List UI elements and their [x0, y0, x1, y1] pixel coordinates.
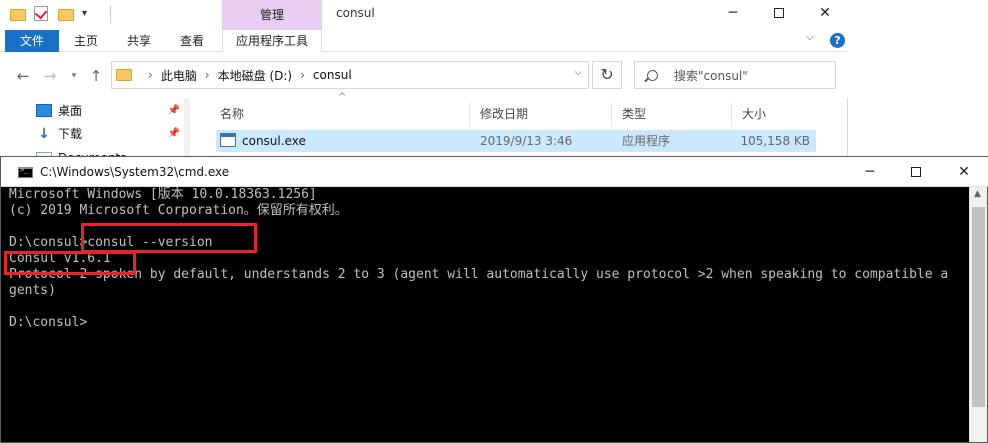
- console-line: Protocol 2 spoken by default, understand…: [9, 267, 949, 282]
- breadcrumb-local-disk[interactable]: 本地磁盘 (D:): [218, 67, 292, 84]
- file-row-consul-exe[interactable]: consul.exe 2019/9/13 3:46 应用程序 105,158 K…: [216, 130, 816, 152]
- address-bar[interactable]: › 此电脑 › 本地磁盘 (D:) › consul ⌵: [111, 61, 589, 89]
- scroll-up-arrow-icon[interactable]: ▲: [974, 189, 981, 199]
- folder-icon: [116, 69, 132, 81]
- console-line: (c) 2019 Microsoft Corporation。保留所有权利。: [9, 203, 348, 218]
- nav-item-label: 桌面: [58, 103, 83, 118]
- quick-access-toolbar: ▾: [10, 5, 111, 23]
- console-line: gents): [9, 283, 56, 298]
- console-line: D:\consul>: [9, 315, 88, 330]
- breadcrumb-consul[interactable]: consul: [313, 68, 352, 82]
- help-icon[interactable]: ?: [830, 33, 845, 48]
- scrollbar-thumb[interactable]: [972, 207, 985, 407]
- recent-locations-chevron-icon[interactable]: ▾: [64, 66, 84, 86]
- manage-context-tab[interactable]: 管理: [222, 0, 322, 30]
- cmd-window-title: C:\Windows\System32\cmd.exe: [40, 165, 230, 179]
- column-header-date[interactable]: 修改日期: [472, 102, 612, 126]
- nav-item-desktop[interactable]: 桌面 📌: [36, 100, 186, 120]
- console-line: Consul v1.6.1: [9, 251, 111, 266]
- highlight-box-command: [81, 223, 257, 253]
- address-dropdown-icon[interactable]: ⌵: [574, 67, 582, 78]
- up-arrow-icon[interactable]: ↑: [86, 66, 106, 86]
- new-folder-icon[interactable]: [58, 6, 74, 22]
- file-size: 105,158 KB: [740, 134, 810, 148]
- properties-check-icon[interactable]: [34, 6, 50, 22]
- forward-arrow-icon[interactable]: →: [40, 66, 60, 86]
- console-scrollbar[interactable]: ▲: [969, 187, 987, 442]
- navigation-bar: ← → ▾ ↑ › 此电脑 › 本地磁盘 (D:) › consul ⌵ ↻ 搜…: [0, 52, 848, 98]
- nav-item-label: 下载: [58, 126, 83, 141]
- file-list: ^ 名称 修改日期 类型 大小 consul.exe 2019/9/13 3:4…: [196, 92, 848, 160]
- navigation-pane: 桌面 📌 ↓ 下载 📌 Documents: [0, 98, 190, 160]
- close-button[interactable]: ✕: [941, 159, 987, 185]
- console-line: Microsoft Windows [版本 10.0.18363.1256]: [9, 187, 317, 202]
- search-icon: [647, 69, 658, 81]
- tab-home[interactable]: 主页: [62, 30, 110, 52]
- ribbon-expand-icon[interactable]: ⌵: [806, 32, 814, 43]
- pin-icon[interactable]: 📌: [168, 105, 180, 116]
- download-arrow-icon: ↓: [38, 125, 50, 142]
- back-arrow-icon[interactable]: ←: [13, 66, 33, 86]
- desktop-icon: [36, 103, 52, 117]
- minimize-button[interactable]: ─: [847, 159, 893, 185]
- tab-file[interactable]: 文件: [5, 30, 59, 52]
- console-icon[interactable]: [18, 166, 33, 178]
- tab-view[interactable]: 查看: [166, 30, 218, 52]
- pin-icon[interactable]: 📌: [168, 128, 180, 139]
- column-header-name[interactable]: 名称: [212, 102, 470, 126]
- qat-dropdown-icon[interactable]: ▾: [82, 6, 98, 22]
- search-placeholder: 搜索"consul": [674, 68, 748, 83]
- explorer-window: ▾ 管理 consul ─ ✕ 文件 主页 共享 查看 应用程序工具 ⌵ ? ←…: [0, 0, 848, 160]
- explorer-window-title: consul: [336, 6, 375, 20]
- tab-application-tools[interactable]: 应用程序工具: [222, 30, 322, 52]
- explorer-titlebar: ▾ 管理 consul ─ ✕: [0, 0, 848, 30]
- column-header-type[interactable]: 类型: [614, 102, 732, 126]
- cmd-window: C:\Windows\System32\cmd.exe ─ ✕ Microsof…: [0, 156, 988, 443]
- column-header-size[interactable]: 大小: [734, 102, 818, 126]
- executable-icon: [220, 133, 236, 147]
- minimize-button[interactable]: ─: [710, 0, 756, 26]
- qat-divider: [110, 5, 111, 23]
- nav-item-downloads[interactable]: ↓ 下载 📌: [36, 123, 186, 143]
- file-type: 应用程序: [622, 134, 671, 148]
- highlight-box-version: [4, 251, 136, 275]
- cmd-titlebar: C:\Windows\System32\cmd.exe ─ ✕: [1, 157, 988, 187]
- refresh-button[interactable]: ↻: [592, 61, 622, 89]
- file-name: consul.exe: [242, 134, 306, 148]
- breadcrumb-chevron-icon[interactable]: ›: [300, 68, 305, 82]
- ribbon-tabs: 文件 主页 共享 查看 应用程序工具 ⌵ ?: [0, 30, 848, 52]
- search-input[interactable]: 搜索"consul": [634, 61, 836, 89]
- breadcrumb-chevron-icon[interactable]: ›: [205, 68, 210, 82]
- file-date: 2019/9/13 3:46: [480, 134, 573, 148]
- breadcrumb-chevron-icon[interactable]: ›: [148, 68, 153, 82]
- close-button[interactable]: ✕: [802, 0, 848, 26]
- maximize-button[interactable]: [756, 0, 802, 26]
- folder-icon[interactable]: [10, 6, 26, 22]
- breadcrumb-this-pc[interactable]: 此电脑: [161, 67, 197, 84]
- nav-pane-scrollbar[interactable]: [184, 98, 190, 160]
- maximize-button[interactable]: [893, 159, 939, 185]
- tab-share[interactable]: 共享: [114, 30, 164, 52]
